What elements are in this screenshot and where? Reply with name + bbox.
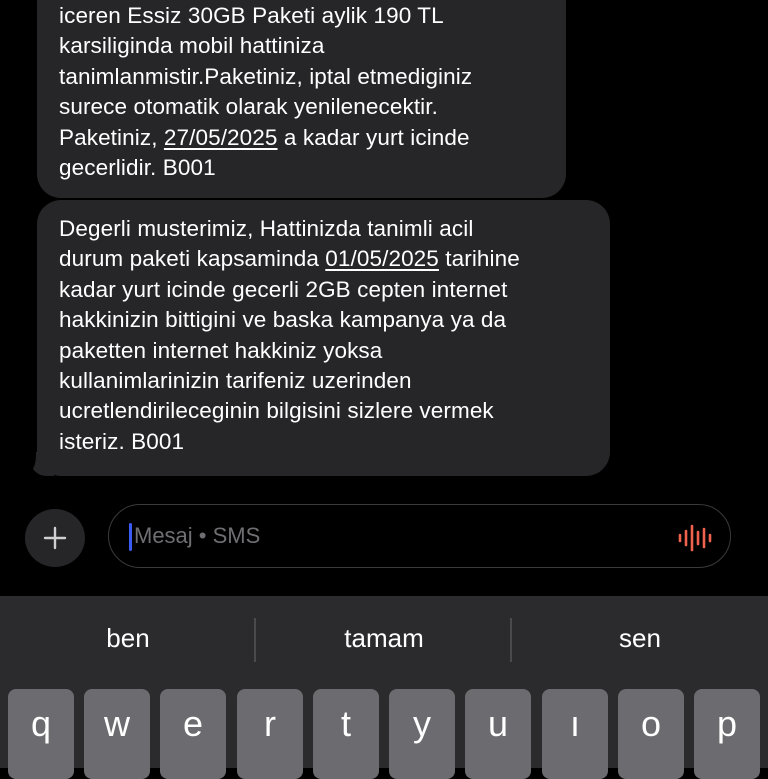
message-line: gecerlidir. B001 <box>59 155 216 181</box>
message-line: karsiliginda mobil hattiniza <box>59 33 325 59</box>
key[interactable]: r <box>237 689 303 779</box>
message-input-placeholder: Mesaj • SMS <box>134 523 261 548</box>
text-caret <box>129 523 132 551</box>
key[interactable]: e <box>160 689 226 779</box>
bubble-tail-mask <box>14 448 36 478</box>
message-line: kullanimlarinizin tarifeniz uzerinden <box>59 368 412 394</box>
key[interactable]: w <box>84 689 150 779</box>
message-line: isteriz. B001 <box>59 428 185 454</box>
date-link[interactable]: 01/05/2025 <box>325 246 439 271</box>
keyboard: ben tamam sen q w e r t y u ı o p <box>0 596 768 779</box>
message-line: kadar yurt icinde gecerli 2GB cepten int… <box>59 276 508 302</box>
key[interactable]: ı <box>542 689 608 779</box>
message-bubble[interactable]: iceren Essiz 30GB Paketi aylik 190 TL ka… <box>37 0 566 198</box>
suggestion[interactable]: tamam <box>256 623 512 654</box>
message-line: ucretlendirileceginin bilgisini sizlere … <box>59 398 494 424</box>
waveform-icon[interactable] <box>677 523 713 553</box>
message-line: paketten internet hakkiniz yoksa <box>59 337 383 363</box>
key[interactable]: u <box>465 689 531 779</box>
message-line: Degerli musterimiz, Hattinizda tanimli a… <box>59 216 474 241</box>
message-line: Paketiniz, 27/05/2025 a kadar yurt icind… <box>59 124 470 150</box>
message-line: durum paketi kapsaminda 01/05/2025 tarih… <box>59 246 520 272</box>
add-attachment-button[interactable] <box>25 509 85 567</box>
key[interactable]: q <box>8 689 74 779</box>
suggestion[interactable]: ben <box>0 623 256 654</box>
key[interactable]: p <box>694 689 760 779</box>
key[interactable]: o <box>618 689 684 779</box>
date-link[interactable]: 27/05/2025 <box>164 125 278 150</box>
message-line: iceren Essiz 30GB Paketi aylik 190 TL <box>59 3 444 28</box>
key[interactable]: t <box>313 689 379 779</box>
message-line: tanimlanmistir.Paketiniz, iptal etmedigi… <box>59 63 473 89</box>
message-line: surece otomatik olarak yenilenecektir. <box>59 94 438 120</box>
suggestion[interactable]: sen <box>512 623 768 654</box>
key[interactable]: y <box>389 689 455 779</box>
message-line: hakkinizin bittigini ve baska kampanya y… <box>59 307 507 333</box>
message-input[interactable]: Mesaj • SMS <box>108 504 731 568</box>
message-bubble[interactable]: Degerli musterimiz, Hattinizda tanimli a… <box>37 200 610 476</box>
plus-icon <box>43 526 67 550</box>
